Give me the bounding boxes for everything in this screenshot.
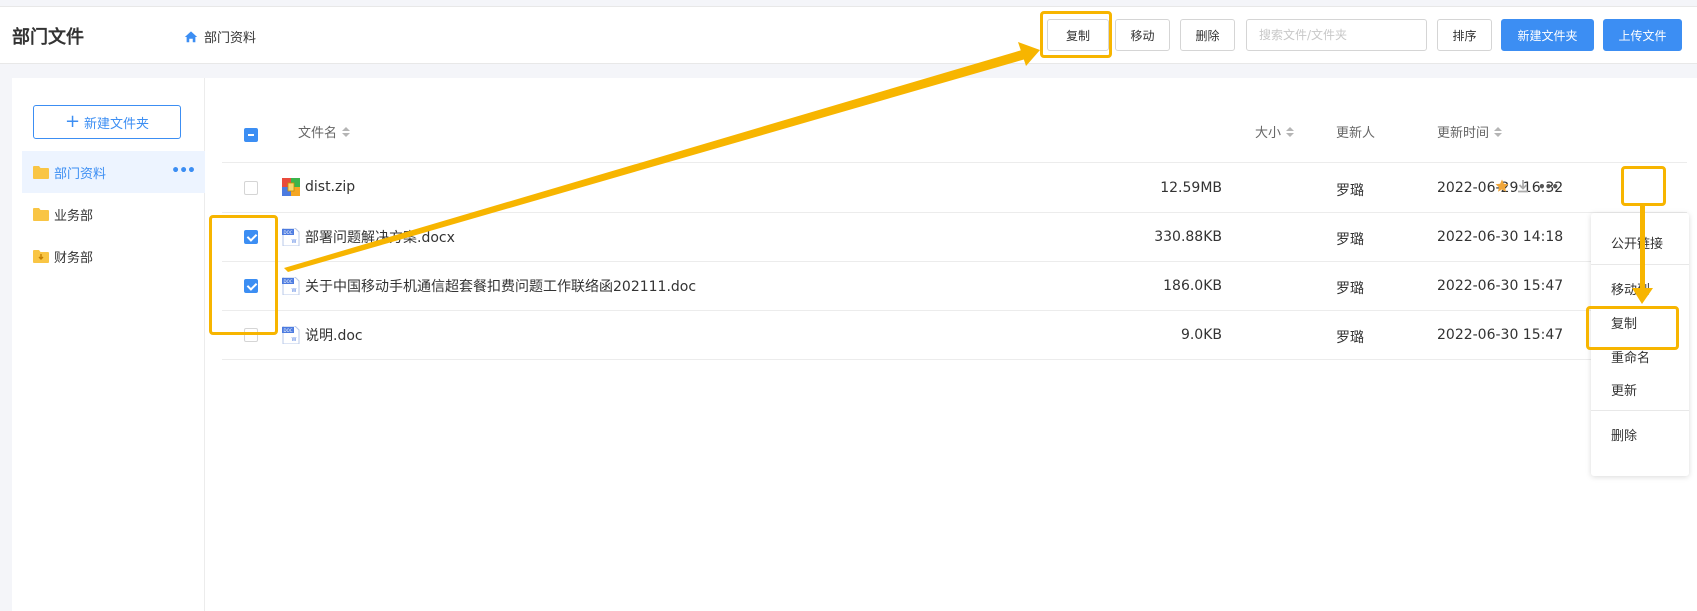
sidebar: + 新建文件夹 部门资料 ••• 业务部 财务部 [12, 78, 205, 611]
top-header: 部门文件 部门资料 复制 移动 删除 排序 新建文件夹 上传文件 [0, 6, 1697, 64]
more-actions-icon[interactable]: ••• [1533, 174, 1563, 200]
file-name[interactable]: DOC W 关于中国移动手机通信超套餐扣费问题工作联络函202111.doc [282, 276, 696, 296]
doc-icon: DOC W [282, 277, 300, 295]
new-folder-button[interactable]: 新建文件夹 [1501, 19, 1594, 51]
delete-button[interactable]: 删除 [1180, 19, 1235, 51]
zip-icon [282, 178, 300, 196]
svg-text:W: W [292, 337, 297, 343]
table-row[interactable]: DOC W 部署问题解决方案.docx 330.88KB 罗璐 2022-06-… [222, 213, 1687, 262]
svg-text:DOC: DOC [283, 230, 292, 235]
star-icon[interactable] [1495, 179, 1509, 193]
search-input[interactable] [1246, 19, 1427, 51]
svg-text:DOC: DOC [283, 328, 292, 333]
sidebar-new-folder-button[interactable]: + 新建文件夹 [33, 105, 181, 139]
doc-icon: DOC W [282, 228, 300, 246]
file-updated-at: 2022-06-30 15:47 [1437, 278, 1564, 294]
file-size: 9.0KB [1180, 327, 1222, 343]
table-row[interactable]: dist.zip 12.59MB 罗璐 2022-06-29 16:32 ••• [222, 164, 1687, 213]
home-icon [184, 30, 198, 42]
file-name[interactable]: DOC W 部署问题解决方案.docx [282, 227, 455, 247]
file-name-label: dist.zip [305, 179, 356, 195]
column-updater-label: 更新人 [1336, 126, 1376, 141]
table-header: 文件名 大小 更新人 更新时间 [222, 108, 1687, 163]
sort-icon [1494, 126, 1503, 137]
file-updater: 罗璐 [1336, 330, 1364, 346]
sidebar-new-folder-label: 新建文件夹 [84, 116, 150, 132]
row-checkbox[interactable] [244, 181, 258, 195]
page-title: 部门文件 [12, 27, 84, 48]
table-row[interactable]: DOC W 关于中国移动手机通信超套餐扣费问题工作联络函202111.doc 1… [222, 262, 1687, 311]
file-name-label: 说明.doc [305, 328, 363, 344]
breadcrumb[interactable]: 部门资料 [184, 27, 256, 46]
file-updater: 罗璐 [1336, 183, 1364, 199]
column-updated-label: 更新时间 [1437, 126, 1490, 141]
more-icon[interactable]: ••• [171, 163, 196, 179]
file-size: 330.88KB [1154, 229, 1222, 245]
sidebar-item-finance[interactable]: 财务部 [22, 235, 205, 277]
folder-download-icon [33, 249, 49, 263]
column-updated-at[interactable]: 更新时间 [1437, 122, 1503, 141]
file-updater: 罗璐 [1336, 232, 1364, 248]
sidebar-item-label: 部门资料 [54, 166, 107, 182]
menu-item-update[interactable]: 更新 [1611, 380, 1637, 399]
sidebar-item-dept-docs[interactable]: 部门资料 ••• [22, 151, 205, 193]
folder-icon [33, 207, 49, 221]
sidebar-item-label: 财务部 [54, 250, 94, 266]
main-panel: + 新建文件夹 部门资料 ••• 业务部 财务部 文件名 大小 更新人 更新时间… [12, 78, 1697, 611]
file-name[interactable]: DOC W 说明.doc [282, 325, 363, 345]
file-name-label: 部署问题解决方案.docx [305, 230, 455, 246]
menu-divider [1591, 410, 1689, 411]
plus-icon: + [64, 111, 81, 132]
file-size: 186.0KB [1163, 278, 1222, 294]
doc-icon: DOC W [282, 326, 300, 344]
menu-item-public-link[interactable]: 公开链接 [1611, 233, 1663, 252]
column-name[interactable]: 文件名 [298, 122, 351, 141]
column-updater: 更新人 [1336, 122, 1375, 141]
file-updated-at: 2022-06-30 15:47 [1437, 327, 1564, 343]
column-name-label: 文件名 [298, 126, 338, 141]
svg-text:DOC: DOC [283, 279, 292, 284]
file-updated-at: 2022-06-30 14:18 [1437, 229, 1564, 245]
sidebar-item-business[interactable]: 业务部 [22, 193, 205, 235]
table-row[interactable]: DOC W 说明.doc 9.0KB 罗璐 2022-06-30 15:47 [222, 311, 1687, 360]
sidebar-item-label: 业务部 [54, 208, 94, 224]
sort-icon [1286, 126, 1295, 137]
highlight-selected-rows [209, 215, 278, 335]
column-size-label: 大小 [1255, 126, 1282, 141]
select-all-checkbox[interactable] [244, 128, 258, 142]
column-size[interactable]: 大小 [1255, 122, 1295, 141]
folder-icon [33, 165, 49, 179]
menu-item-move-to[interactable]: 移动到 [1611, 279, 1650, 298]
breadcrumb-label: 部门资料 [204, 31, 257, 46]
svg-text:W: W [292, 239, 297, 245]
highlight-copy-button [1040, 11, 1112, 58]
sort-button[interactable]: 排序 [1437, 19, 1492, 51]
menu-divider [1591, 264, 1689, 265]
file-name[interactable]: dist.zip [282, 178, 355, 196]
svg-text:W: W [292, 288, 297, 294]
highlight-menu-copy [1586, 306, 1679, 350]
move-button[interactable]: 移动 [1115, 19, 1170, 51]
highlight-more-actions [1621, 166, 1666, 206]
upload-button[interactable]: 上传文件 [1603, 19, 1682, 51]
menu-item-delete[interactable]: 删除 [1611, 425, 1637, 444]
download-icon[interactable] [1517, 179, 1529, 193]
file-size: 12.59MB [1160, 180, 1222, 196]
file-updater: 罗璐 [1336, 281, 1364, 297]
sort-icon [342, 126, 351, 137]
file-name-label: 关于中国移动手机通信超套餐扣费问题工作联络函202111.doc [305, 279, 697, 295]
